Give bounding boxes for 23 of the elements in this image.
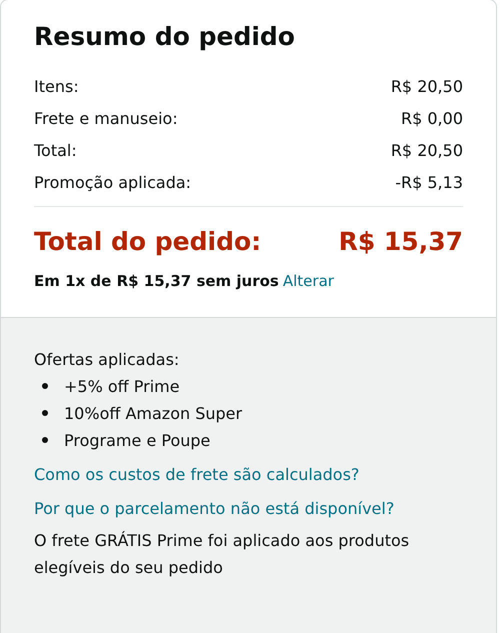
bullet-icon: [42, 410, 48, 416]
line-label: Total:: [34, 140, 77, 162]
installment-text: Em 1x de R$ 15,37 sem juros: [34, 271, 279, 292]
help-link[interactable]: Como os custos de frete são calculados?: [34, 460, 463, 488]
line-value: R$ 20,50: [390, 76, 463, 98]
help-link[interactable]: Por que o parcelamento não está disponível?: [34, 494, 463, 522]
order-total-label: Total do pedido:: [34, 226, 262, 258]
line-label: Promoção aplicada:: [34, 172, 192, 194]
offer-item: Programe e Poupe: [64, 430, 210, 452]
offer-item: 10%off Amazon Super: [64, 402, 242, 424]
line-label: Itens:: [34, 76, 79, 98]
line-label: Frete e manuseio:: [34, 108, 178, 130]
order-total-value: R$ 15,37: [338, 226, 463, 258]
change-link[interactable]: Alterar: [282, 270, 334, 292]
bullet-icon: [42, 383, 48, 389]
line-value: R$ 20,50: [390, 140, 463, 162]
line-value: -R$ 5,13: [395, 172, 463, 194]
offers-heading: Ofertas aplicadas:: [34, 348, 180, 370]
free-shipping-note: O frete GRÁTIS Prime foi aplicado aos produtos elegíveis do seu pedido: [34, 530, 410, 578]
summary-title: Resumo do pedido: [34, 21, 296, 53]
offer-item: +5% off Prime: [64, 376, 180, 398]
bullet-icon: [42, 437, 48, 443]
line-value: R$ 0,00: [400, 108, 463, 130]
